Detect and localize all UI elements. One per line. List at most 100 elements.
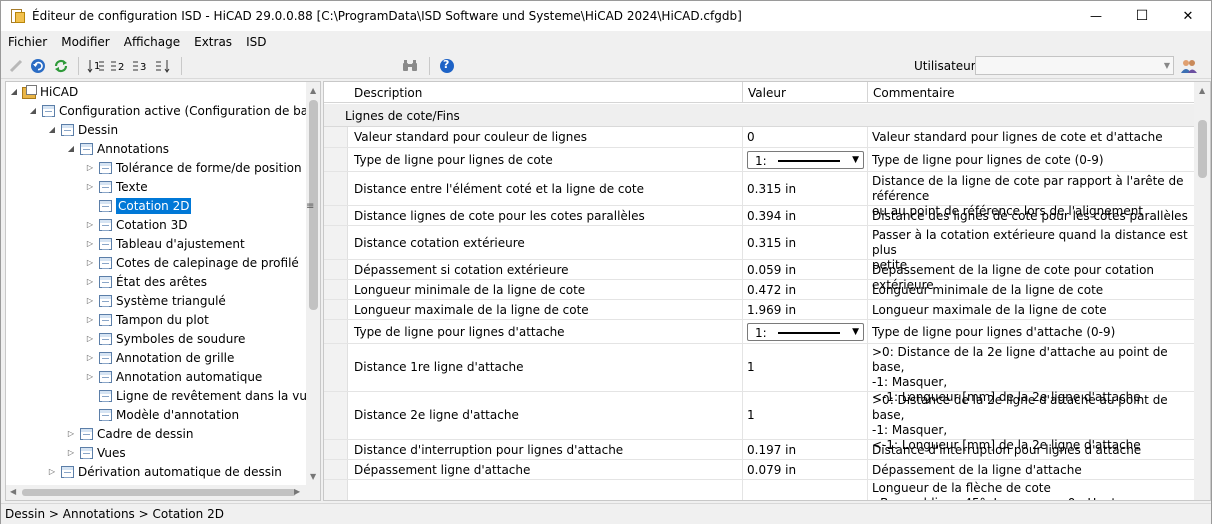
expand-icon[interactable]: ▷	[84, 334, 96, 343]
expand-icon[interactable]: ▷	[84, 220, 96, 229]
tree-item[interactable]: ▷ Tableau d'ajustement	[84, 234, 245, 253]
table-row[interactable]: Type de ligne pour lignes d'attache 1: ▼ …	[324, 320, 1194, 344]
table-icon	[99, 161, 112, 174]
users-icon[interactable]	[1178, 56, 1200, 76]
collapse-icon[interactable]: ◢	[46, 125, 58, 134]
tree-item[interactable]: Modèle d'annotation	[84, 405, 239, 424]
expand-icon[interactable]: ▷	[84, 277, 96, 286]
tree-item[interactable]: ▷ Tampon du plot	[84, 310, 209, 329]
table-icon	[99, 370, 112, 383]
expand-icon[interactable]: ▷	[84, 258, 96, 267]
table-row[interactable]: Distance d'interruption pour lignes d'at…	[324, 440, 1194, 460]
expand-icon[interactable]: ▷	[84, 163, 96, 172]
tree-vertical-scrollbar[interactable]: ▲ ▼	[306, 82, 320, 500]
table-row[interactable]: Distance 2e ligne d'attache 1 >0: Distan…	[324, 392, 1194, 452]
collapse-icon[interactable]: ◢	[27, 106, 39, 115]
close-button[interactable]: ✕	[1165, 1, 1211, 31]
scroll-up-icon[interactable]: ▲	[1199, 86, 1205, 95]
tree-node-dessin[interactable]: ◢ Dessin	[46, 120, 118, 139]
table-row[interactable]: Type de ligne pour lignes de cote 1: ▼ Ty…	[324, 148, 1194, 172]
maximize-button[interactable]: ☐	[1119, 1, 1165, 31]
tree-item[interactable]: ▷ Dérivation automatique de dessin	[46, 462, 282, 481]
refresh-icon[interactable]	[51, 56, 71, 76]
expand-icon[interactable]: ▷	[84, 239, 96, 248]
grid-vertical-scrollbar[interactable]: ▲	[1194, 82, 1210, 500]
help-icon[interactable]: ?	[437, 56, 457, 76]
table-row[interactable]: Longueur de la flèche de cote - Barre ob…	[324, 480, 1194, 500]
menu-isd[interactable]: ISD	[239, 35, 273, 49]
tree-item-selected[interactable]: Cotation 2D	[84, 196, 192, 215]
header-comment[interactable]: Commentaire	[873, 86, 955, 100]
collapse-icon[interactable]: ◢	[65, 144, 77, 153]
tree-node-annotations[interactable]: ◢ Annotations	[65, 139, 169, 158]
tree-item[interactable]: ▷ Texte	[84, 177, 148, 196]
table-row[interactable]: Longueur minimale de la ligne de cote 0.…	[324, 280, 1194, 300]
tree-item[interactable]: ▷ Vues	[65, 443, 126, 462]
table-row[interactable]: Longueur maximale de la ligne de cote 1.…	[324, 300, 1194, 320]
scroll-down-icon[interactable]: ▼	[310, 472, 316, 481]
table-icon	[80, 446, 93, 459]
table-icon	[99, 332, 112, 345]
tree-node-hicad[interactable]: ◢ HiCAD	[8, 82, 78, 101]
tree-item[interactable]: ▷ Annotation automatique	[84, 367, 262, 386]
tree-item[interactable]: ▷ Système triangulé	[84, 291, 226, 310]
table-icon	[99, 351, 112, 364]
tree-item[interactable]: ▷ État des arêtes	[84, 272, 207, 291]
scroll-left-icon[interactable]: ◀	[10, 487, 16, 496]
expand-icon[interactable]: ▷	[65, 429, 77, 438]
line-type-select[interactable]: 1: ▼	[747, 151, 864, 169]
chevron-down-icon: ▼	[852, 155, 859, 165]
scroll-thumb[interactable]	[22, 489, 296, 496]
menu-modifier[interactable]: Modifier	[54, 35, 117, 49]
user-label: Utilisateur	[914, 59, 976, 73]
scroll-right-icon[interactable]: ▶	[294, 487, 300, 496]
menu-affichage[interactable]: Affichage	[117, 35, 187, 49]
header-value[interactable]: Valeur	[748, 86, 786, 100]
scroll-thumb[interactable]	[1198, 120, 1207, 178]
sort-level-1-icon[interactable]: 1	[85, 56, 107, 76]
expand-icon[interactable]: ▷	[46, 467, 58, 476]
breadcrumb: Dessin > Annotations > Cotation 2D	[5, 507, 224, 521]
tree-node-config[interactable]: ◢ Configuration active (Configuration de…	[27, 101, 320, 120]
menu-fichier[interactable]: Fichier	[1, 35, 54, 49]
tree-item[interactable]: ▷ Symboles de soudure	[84, 329, 246, 348]
tree-item[interactable]: ▷ Annotation de grille	[84, 348, 234, 367]
minimize-button[interactable]: —	[1073, 1, 1119, 31]
sort-level-3-icon[interactable]: 3	[131, 56, 151, 76]
expand-icon[interactable]: ▷	[84, 315, 96, 324]
tree-item[interactable]: ▷ Cotes de calepinage de profilé	[84, 253, 299, 272]
pencil-icon[interactable]	[7, 56, 25, 76]
splitter-handle[interactable]: ≡	[306, 201, 314, 213]
table-row[interactable]: Dépassement si cotation extérieure 0.059…	[324, 260, 1194, 292]
sort-level-2-icon[interactable]: 2	[109, 56, 129, 76]
scroll-up-icon[interactable]: ▲	[310, 86, 316, 95]
undo-icon[interactable]	[28, 56, 48, 76]
table-row[interactable]: Distance 1re ligne d'attache 1 >0: Dista…	[324, 344, 1194, 404]
table-icon	[80, 142, 93, 155]
expand-icon[interactable]: ▷	[65, 448, 77, 457]
expand-icon[interactable]: ▷	[84, 182, 96, 191]
sort-level-down-icon[interactable]	[153, 56, 175, 76]
expand-icon[interactable]: ▷	[84, 353, 96, 362]
app-window: Éditeur de configuration ISD - HiCAD 29.…	[0, 0, 1212, 524]
group-header[interactable]: Lignes de cote/Fins	[324, 104, 1194, 127]
tree-item[interactable]: Ligne de revêtement dans la vue en	[84, 386, 320, 405]
table-row[interactable]: Valeur standard pour couleur de lignes 0…	[324, 127, 1194, 148]
expand-icon[interactable]: ▷	[84, 296, 96, 305]
table-row[interactable]: Dépassement ligne d'attache 0.079 in Dép…	[324, 460, 1194, 480]
tree-item[interactable]: ▷ Cotation 3D	[84, 215, 188, 234]
table-row[interactable]: Distance lignes de cote pour les cotes p…	[324, 206, 1194, 226]
user-select[interactable]: ▼	[975, 56, 1174, 75]
tree-item[interactable]: ▷ Cadre de dessin	[65, 424, 194, 443]
table-row[interactable]: Distance cotation extérieure 0.315 in Pa…	[324, 226, 1194, 272]
collapse-icon[interactable]: ◢	[8, 87, 20, 96]
table-row[interactable]: Distance entre l'élément coté et la lign…	[324, 172, 1194, 218]
tree-horizontal-scrollbar[interactable]: ◀ ▶	[6, 485, 306, 500]
header-description[interactable]: Description	[354, 86, 422, 100]
tree-item[interactable]: ▷ Tolérance de forme/de position	[84, 158, 302, 177]
expand-icon[interactable]: ▷	[84, 372, 96, 381]
binoculars-icon[interactable]	[399, 56, 421, 76]
menu-extras[interactable]: Extras	[187, 35, 239, 49]
line-type-select[interactable]: 1: ▼	[747, 323, 864, 341]
table-icon	[99, 313, 112, 326]
